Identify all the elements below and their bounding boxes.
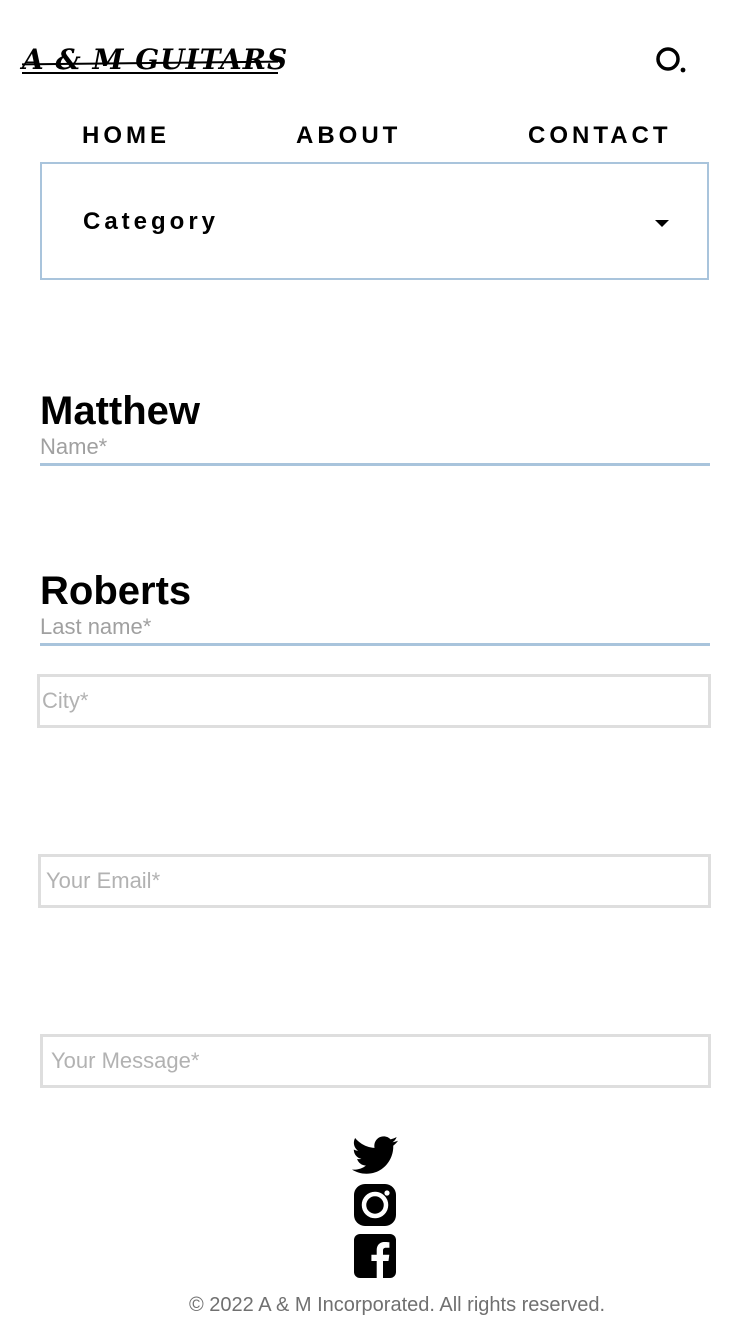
nav-item-home[interactable]: HOME [82, 118, 170, 154]
facebook-link[interactable] [350, 1232, 400, 1278]
city-input[interactable] [37, 674, 711, 728]
main-nav: HOME ABOUT CONTACT [0, 118, 750, 154]
caret-down-icon [655, 220, 669, 227]
last-name-value[interactable]: Roberts [40, 568, 191, 614]
logo-underline [22, 72, 278, 74]
last-name-label: Last name* [40, 614, 152, 639]
logo-text: A & M GUITARS [22, 43, 289, 76]
footer-copyright: © 2022 A & M Incorporated. All rights re… [188, 1294, 606, 1316]
instagram-link[interactable] [350, 1182, 400, 1228]
first-name-value[interactable]: Matthew [40, 388, 200, 434]
site-logo[interactable]: A & M GUITARS [21, 40, 289, 80]
last-name-underline [40, 643, 710, 646]
twitter-link[interactable] [350, 1132, 400, 1178]
first-name-underline [40, 463, 710, 466]
search-button[interactable] [650, 40, 692, 82]
twitter-icon [351, 1136, 398, 1174]
nav-item-contact[interactable]: CONTACT [528, 118, 672, 154]
first-name-label: Name* [40, 434, 108, 459]
nav-item-about[interactable]: ABOUT [296, 118, 401, 154]
email-input[interactable] [38, 854, 711, 908]
facebook-icon [354, 1234, 396, 1278]
message-input[interactable] [40, 1034, 711, 1088]
category-select[interactable]: Category [40, 162, 709, 280]
category-select-label: Category [83, 208, 220, 235]
instagram-icon [354, 1184, 396, 1226]
search-icon [656, 47, 686, 73]
